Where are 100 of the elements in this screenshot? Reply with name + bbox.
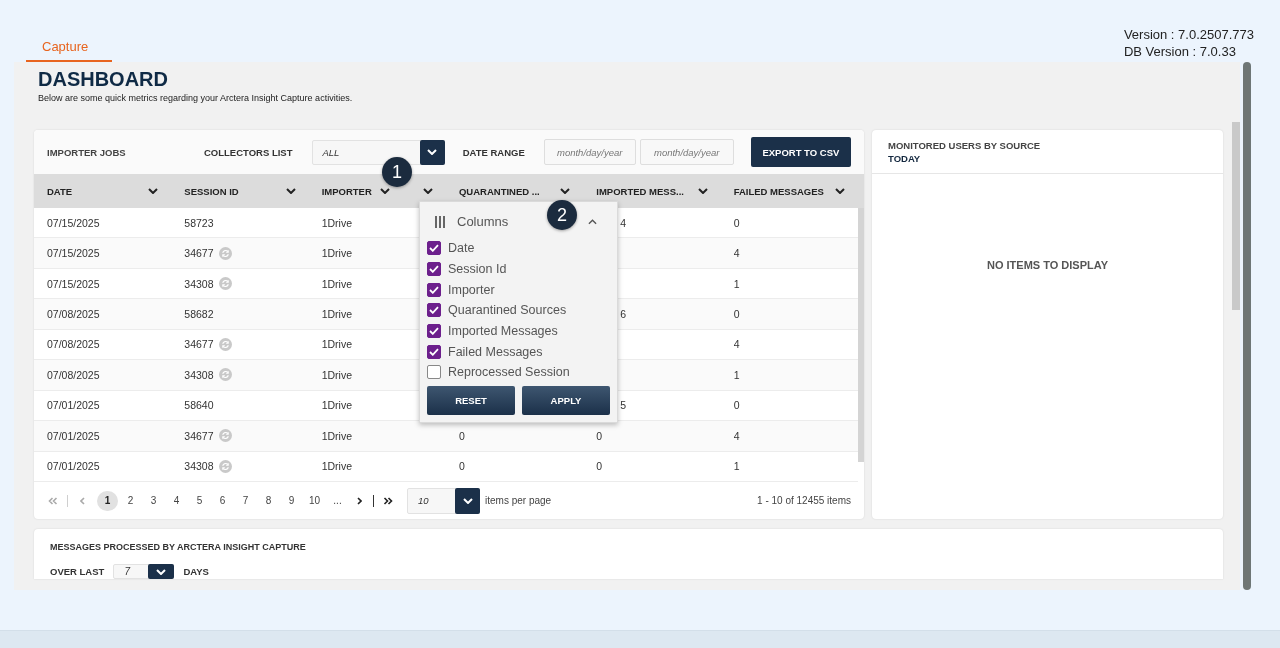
dropdown-button[interactable] xyxy=(419,139,445,165)
version-text: DB Version : 7.0.33 xyxy=(1123,43,1237,60)
date-field[interactable]: month/day/year xyxy=(639,139,734,165)
table-cell: 1 xyxy=(733,460,740,473)
checkmark-icon xyxy=(429,327,439,336)
table-cell: 4 xyxy=(733,247,740,260)
page-button[interactable]: ... xyxy=(327,490,348,511)
empty-message: NO ITEMS TO DISPLAY xyxy=(986,258,1109,272)
column-header[interactable]: IMPORTED MESS... xyxy=(596,185,684,197)
table-cell: 1Drive xyxy=(321,216,352,229)
checkbox-label[interactable]: Quarantined Sources xyxy=(448,303,567,318)
chevron-down-icon[interactable] xyxy=(148,188,159,194)
page-title: DASHBOARD xyxy=(38,68,169,90)
chevron-down-icon[interactable] xyxy=(285,188,296,194)
checkbox-label[interactable]: Reprocessed Session xyxy=(448,365,570,380)
table-cell: 07/01/2025 xyxy=(47,399,100,412)
column-header[interactable]: FAILED MESSAGES xyxy=(733,185,824,197)
double-chevron-left-icon xyxy=(48,496,58,505)
page-size-select[interactable]: 10 xyxy=(407,487,480,514)
checkmark-icon xyxy=(429,306,439,315)
table-cell: 0 xyxy=(733,216,740,229)
checkmark-icon xyxy=(429,285,439,294)
chevron-right-icon xyxy=(356,496,362,505)
days-select[interactable]: 7 xyxy=(113,564,175,579)
date-field[interactable]: month/day/year xyxy=(543,139,636,165)
table-cell: 1Drive xyxy=(321,277,352,290)
table-cell: 1Drive xyxy=(321,429,352,442)
table-cell: 1Drive xyxy=(321,399,352,412)
pagination-summary: 1 - 10 of 12455 items xyxy=(757,495,851,506)
dropdown-button[interactable] xyxy=(455,487,480,514)
export-button[interactable]: EXPORT TO CSV xyxy=(750,137,851,167)
card-title: MONITORED USERS BY SOURCE xyxy=(888,139,1042,152)
table-cell: 1Drive xyxy=(321,460,352,473)
checkbox-label[interactable]: Date xyxy=(448,241,475,256)
checkmark-icon xyxy=(429,244,439,253)
reset-button[interactable]: RESET xyxy=(427,385,515,415)
table-cell: 07/15/2025 xyxy=(47,247,100,260)
dropdown-button[interactable] xyxy=(148,564,175,579)
table-cell: 34677 xyxy=(184,247,214,260)
table-cell: 07/01/2025 xyxy=(47,460,100,473)
table-cell: 58682 xyxy=(184,308,214,321)
column-header[interactable]: SESSION ID xyxy=(184,185,239,197)
column-header[interactable]: IMPORTER xyxy=(321,185,372,197)
collectors-select[interactable]: ALL xyxy=(311,139,445,165)
checkbox[interactable] xyxy=(427,303,441,318)
table-cell: 07/08/2025 xyxy=(47,338,100,351)
page-button[interactable]: 7 xyxy=(235,490,256,511)
page-button[interactable]: 6 xyxy=(212,490,233,511)
page-button[interactable]: 9 xyxy=(281,490,302,511)
table-cell: 34308 xyxy=(184,460,214,473)
checkmark-icon xyxy=(429,347,439,356)
checkbox-label[interactable]: Importer xyxy=(448,282,495,297)
table-cell: 34677 xyxy=(184,338,214,351)
table-cell: 5 xyxy=(620,399,627,412)
column-header[interactable]: DATE xyxy=(47,185,73,197)
page-button[interactable]: 4 xyxy=(166,490,187,511)
chevron-up-icon[interactable] xyxy=(588,218,597,225)
chevron-down-icon[interactable] xyxy=(379,188,390,194)
scrollbar[interactable] xyxy=(858,208,864,462)
page-button[interactable]: 8 xyxy=(258,490,279,511)
over-last-label: OVER LAST xyxy=(50,566,105,577)
table-cell: 34308 xyxy=(184,368,214,381)
checkbox-label[interactable]: Failed Messages xyxy=(448,344,543,359)
chevron-down-icon[interactable] xyxy=(697,188,708,194)
chevron-down-icon[interactable] xyxy=(834,188,845,194)
chevron-down-icon xyxy=(156,568,167,575)
checkbox[interactable] xyxy=(427,324,441,339)
table-cell: 4 xyxy=(733,338,740,351)
checkbox-label[interactable]: Imported Messages xyxy=(448,324,558,339)
table-cell: 1Drive xyxy=(321,308,352,321)
checkbox[interactable] xyxy=(427,365,441,380)
checkbox-label[interactable]: Session Id xyxy=(448,262,507,277)
table-cell: 07/08/2025 xyxy=(47,308,100,321)
column-header[interactable]: QUARANTINED ... xyxy=(459,185,540,197)
card-title: MESSAGES PROCESSED BY ARCTERA INSIGHT CAPTURE xyxy=(50,541,307,553)
table-cell: 1Drive xyxy=(321,247,352,260)
page-button[interactable]: 5 xyxy=(189,490,210,511)
table-cell: 07/01/2025 xyxy=(47,429,100,442)
page-button[interactable]: 2 xyxy=(120,490,141,511)
chevron-down-icon[interactable] xyxy=(560,188,571,194)
apply-button[interactable]: APPLY xyxy=(522,385,610,415)
table-cell: 07/15/2025 xyxy=(47,216,100,229)
days-label: DAYS xyxy=(183,566,209,577)
checkbox[interactable] xyxy=(427,282,441,297)
table-cell: 6 xyxy=(620,308,627,321)
table-cell: 07/15/2025 xyxy=(47,277,100,290)
page-button[interactable]: 1 xyxy=(97,490,118,511)
chevron-left-icon xyxy=(79,496,85,505)
page-button[interactable]: 3 xyxy=(143,490,164,511)
table-cell: 1 xyxy=(733,368,740,381)
checkmark-icon xyxy=(429,265,439,274)
page-button[interactable]: 10 xyxy=(304,490,325,511)
scrollbar[interactable] xyxy=(1232,122,1240,310)
checkbox[interactable] xyxy=(427,241,441,256)
scrollbar[interactable] xyxy=(1243,62,1251,590)
chevron-down-icon[interactable] xyxy=(423,188,433,194)
columns-icon xyxy=(435,215,445,228)
checkbox[interactable] xyxy=(427,344,441,359)
collectors-label: COLLECTORS LIST xyxy=(204,146,293,158)
checkbox[interactable] xyxy=(427,262,441,277)
